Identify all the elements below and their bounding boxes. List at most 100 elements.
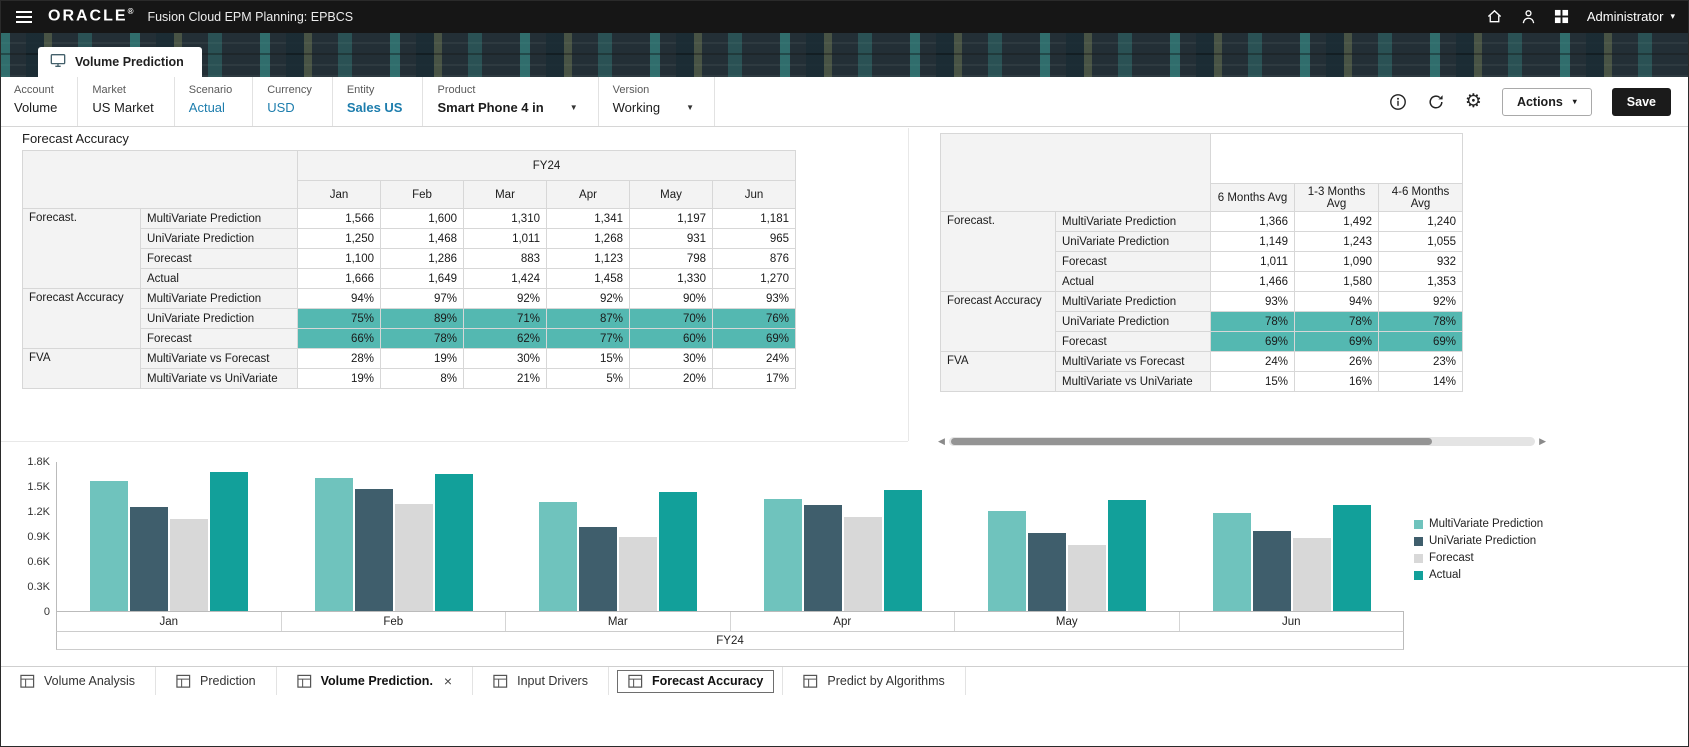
grid-data-cell[interactable]: 1,197 xyxy=(629,208,713,229)
grid-data-cell[interactable]: 23% xyxy=(1378,351,1463,372)
pov-item-currency[interactable]: Currency USD xyxy=(253,77,333,126)
bottom-tab-volume-analysis[interactable]: Volume Analysis xyxy=(0,667,157,695)
grid-data-cell[interactable]: 19% xyxy=(380,348,464,369)
grid-data-cell[interactable]: 62% xyxy=(463,328,547,349)
grid-member-cell[interactable]: UniVariate Prediction xyxy=(1055,231,1211,252)
grid-data-cell[interactable]: 92% xyxy=(546,288,630,309)
pov-item-product[interactable]: Product Smart Phone 4 in ▼ xyxy=(423,77,599,126)
grid-data-cell[interactable]: 78% xyxy=(1378,311,1463,332)
grid-data-cell[interactable]: 30% xyxy=(629,348,713,369)
grid-data-cell[interactable]: 1,492 xyxy=(1294,211,1379,232)
grid-data-cell[interactable]: 1,270 xyxy=(712,268,796,289)
scrollbar-thumb[interactable] xyxy=(950,438,1432,445)
grid-member-cell[interactable]: MultiVariate Prediction xyxy=(1055,291,1211,312)
home-icon[interactable] xyxy=(1486,8,1503,25)
grid-data-cell[interactable]: 69% xyxy=(1294,331,1379,352)
grid-data-cell[interactable]: 69% xyxy=(712,328,796,349)
grid-column-header[interactable]: Mar xyxy=(463,180,547,209)
grid-data-cell[interactable]: 78% xyxy=(380,328,464,349)
grid-data-cell[interactable]: 26% xyxy=(1294,351,1379,372)
grid-column-header[interactable]: 4-6 Months Avg xyxy=(1378,183,1463,212)
grid-data-cell[interactable]: 17% xyxy=(712,368,796,389)
grid-member-cell[interactable]: Forecast xyxy=(1055,251,1211,272)
grid-data-cell[interactable]: 1,580 xyxy=(1294,271,1379,292)
grid-data-cell[interactable]: 15% xyxy=(1210,371,1295,392)
grid-column-header[interactable]: Jun xyxy=(712,180,796,209)
grid-data-cell[interactable]: 1,100 xyxy=(297,248,381,269)
grid-data-cell[interactable]: 16% xyxy=(1294,371,1379,392)
grid-data-cell[interactable]: 66% xyxy=(297,328,381,349)
page-tab-volume-prediction[interactable]: Volume Prediction xyxy=(38,47,202,77)
grid-data-cell[interactable]: 90% xyxy=(629,288,713,309)
bottom-tab-volume-prediction[interactable]: Volume Prediction. × xyxy=(277,667,474,695)
grid-member-cell[interactable]: UniVariate Prediction xyxy=(1055,311,1211,332)
pov-item-version[interactable]: Version Working ▼ xyxy=(599,77,715,126)
grid-data-cell[interactable]: 70% xyxy=(629,308,713,329)
pov-member-value[interactable]: US Market xyxy=(92,100,153,115)
grid-data-cell[interactable]: 28% xyxy=(297,348,381,369)
grid-data-cell[interactable]: 1,268 xyxy=(546,228,630,249)
grid-row-group[interactable]: Forecast Accuracy xyxy=(22,288,141,349)
grid-data-cell[interactable]: 1,240 xyxy=(1378,211,1463,232)
save-button[interactable]: Save xyxy=(1611,87,1671,116)
grid-data-cell[interactable]: 1,123 xyxy=(546,248,630,269)
grid-data-cell[interactable]: 20% xyxy=(629,368,713,389)
grid-data-cell[interactable]: 931 xyxy=(629,228,713,249)
grid-row-group[interactable]: Forecast. xyxy=(940,211,1056,292)
grid-data-cell[interactable]: 1,149 xyxy=(1210,231,1295,252)
grid-data-cell[interactable]: 30% xyxy=(463,348,547,369)
grid-data-cell[interactable]: 1,286 xyxy=(380,248,464,269)
grid-data-cell[interactable]: 1,566 xyxy=(297,208,381,229)
grid-data-cell[interactable]: 14% xyxy=(1378,371,1463,392)
grid-data-cell[interactable]: 94% xyxy=(1294,291,1379,312)
grid-member-cell[interactable]: MultiVariate vs UniVariate xyxy=(140,368,298,389)
chevron-down-icon[interactable]: ▼ xyxy=(570,103,578,112)
gear-icon[interactable]: ⚙ xyxy=(1465,92,1482,111)
pov-member-value[interactable]: Actual xyxy=(189,100,225,115)
grid-member-cell[interactable]: MultiVariate Prediction xyxy=(1055,211,1211,232)
grid-data-cell[interactable]: 1,250 xyxy=(297,228,381,249)
grid-data-cell[interactable]: 24% xyxy=(712,348,796,369)
grid-data-cell[interactable]: 69% xyxy=(1378,331,1463,352)
grid-member-cell[interactable]: Actual xyxy=(1055,271,1211,292)
bottom-tab-prediction[interactable]: Prediction xyxy=(156,667,277,695)
grid-member-cell[interactable]: MultiVariate vs Forecast xyxy=(140,348,298,369)
grid-data-cell[interactable]: 71% xyxy=(463,308,547,329)
grid-column-header[interactable]: Jan xyxy=(297,180,381,209)
pov-member-value[interactable]: Smart Phone 4 in xyxy=(437,100,543,115)
grid-data-cell[interactable]: 1,468 xyxy=(380,228,464,249)
grid-data-cell[interactable]: 1,666 xyxy=(297,268,381,289)
grid-member-cell[interactable]: Forecast xyxy=(140,248,298,269)
grid-year-header[interactable] xyxy=(1210,133,1463,184)
grid-data-cell[interactable]: 5% xyxy=(546,368,630,389)
scroll-right-icon[interactable]: ▶ xyxy=(1539,436,1546,447)
grid-data-cell[interactable]: 1,366 xyxy=(1210,211,1295,232)
grid-column-header[interactable]: Apr xyxy=(546,180,630,209)
grid-data-cell[interactable]: 1,090 xyxy=(1294,251,1379,272)
grid-data-cell[interactable]: 883 xyxy=(463,248,547,269)
grid-data-cell[interactable]: 69% xyxy=(1210,331,1295,352)
grid-data-cell[interactable]: 76% xyxy=(712,308,796,329)
grid-member-cell[interactable]: MultiVariate Prediction xyxy=(140,208,298,229)
grid-data-cell[interactable]: 92% xyxy=(1378,291,1463,312)
scrollbar-track[interactable] xyxy=(948,437,1536,446)
grid-data-cell[interactable]: 965 xyxy=(712,228,796,249)
chevron-down-icon[interactable]: ▼ xyxy=(686,103,694,112)
grid-data-cell[interactable]: 1,011 xyxy=(1210,251,1295,272)
grid-row-group[interactable]: FVA xyxy=(22,348,141,389)
hamburger-menu-icon[interactable] xyxy=(14,6,34,28)
grid-member-cell[interactable]: Forecast xyxy=(140,328,298,349)
grid-data-cell[interactable]: 1,055 xyxy=(1378,231,1463,252)
grid-data-cell[interactable]: 1,466 xyxy=(1210,271,1295,292)
grid-column-header[interactable]: 6 Months Avg xyxy=(1210,183,1295,212)
pov-item-scenario[interactable]: Scenario Actual xyxy=(175,77,254,126)
grid-member-cell[interactable]: UniVariate Prediction xyxy=(140,228,298,249)
grid-data-cell[interactable]: 78% xyxy=(1210,311,1295,332)
grid-data-cell[interactable]: 77% xyxy=(546,328,630,349)
grid-column-header[interactable]: May xyxy=(629,180,713,209)
grid-data-cell[interactable]: 932 xyxy=(1378,251,1463,272)
grid-column-header[interactable]: Feb xyxy=(380,180,464,209)
grid-data-cell[interactable]: 1,011 xyxy=(463,228,547,249)
grid-member-cell[interactable]: UniVariate Prediction xyxy=(140,308,298,329)
grid-data-cell[interactable]: 1,310 xyxy=(463,208,547,229)
